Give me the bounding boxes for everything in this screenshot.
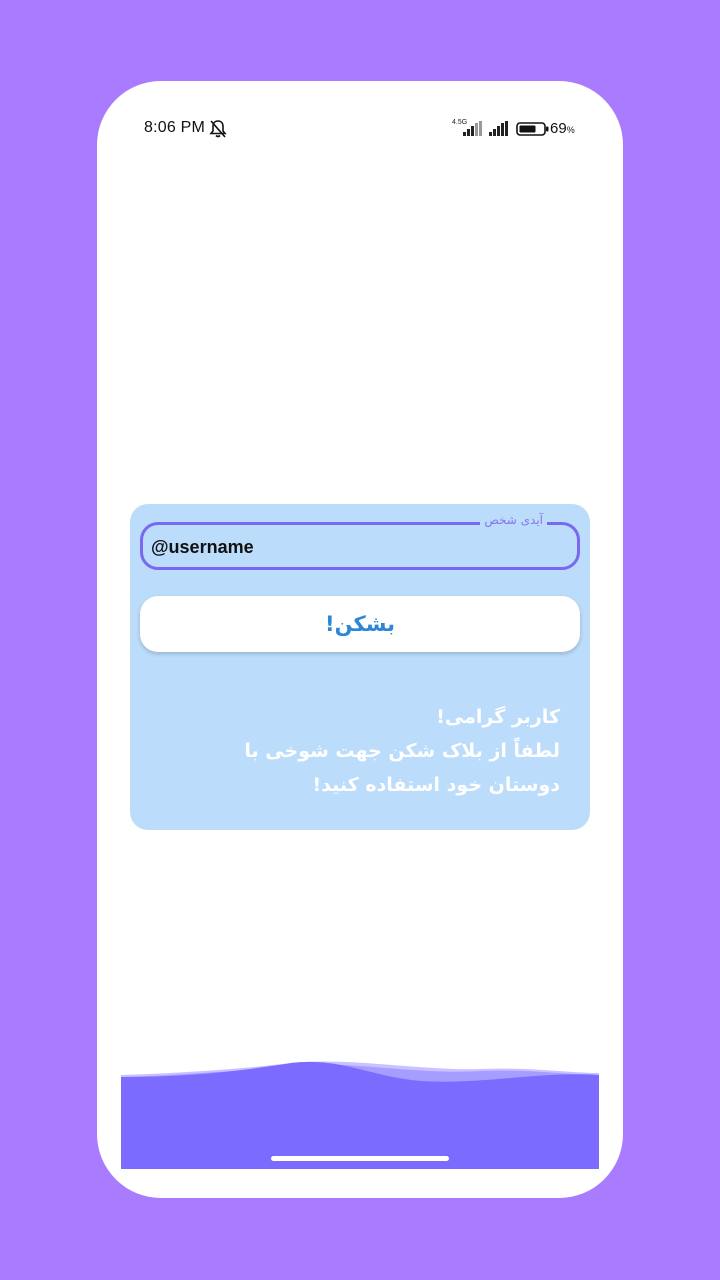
signal-icon bbox=[463, 121, 482, 136]
username-input[interactable] bbox=[151, 531, 571, 563]
form-card: آیدی شخص بشکن! کاربر گرامی! لطفاً از بلا… bbox=[130, 504, 590, 830]
battery-icon bbox=[516, 122, 549, 136]
status-bar: 8:06 PM 4.5G 69% bbox=[97, 81, 623, 177]
home-indicator[interactable] bbox=[271, 1156, 449, 1161]
bell-off-icon bbox=[209, 120, 227, 138]
phone-frame: 8:06 PM 4.5G 69% آیدی شخص @username بشکن… bbox=[97, 81, 623, 1198]
username-field-label: آیدی شخص bbox=[480, 513, 547, 527]
signal-icon bbox=[489, 121, 508, 136]
bottom-wave bbox=[121, 1061, 599, 1169]
battery-percent: 69% bbox=[550, 120, 575, 137]
message-line: دوستان خود استفاده کنید! bbox=[312, 774, 560, 796]
message-line: لطفاً از بلاک شکن جهت شوخی با bbox=[244, 740, 560, 762]
info-message: کاربر گرامی! لطفاً از بلاک شکن جهت شوخی … bbox=[160, 700, 560, 802]
message-line: کاربر گرامی! bbox=[436, 706, 560, 728]
break-button[interactable]: بشکن! bbox=[140, 596, 580, 652]
status-time: 8:06 PM bbox=[144, 119, 205, 136]
username-field: آیدی شخص bbox=[140, 513, 580, 570]
